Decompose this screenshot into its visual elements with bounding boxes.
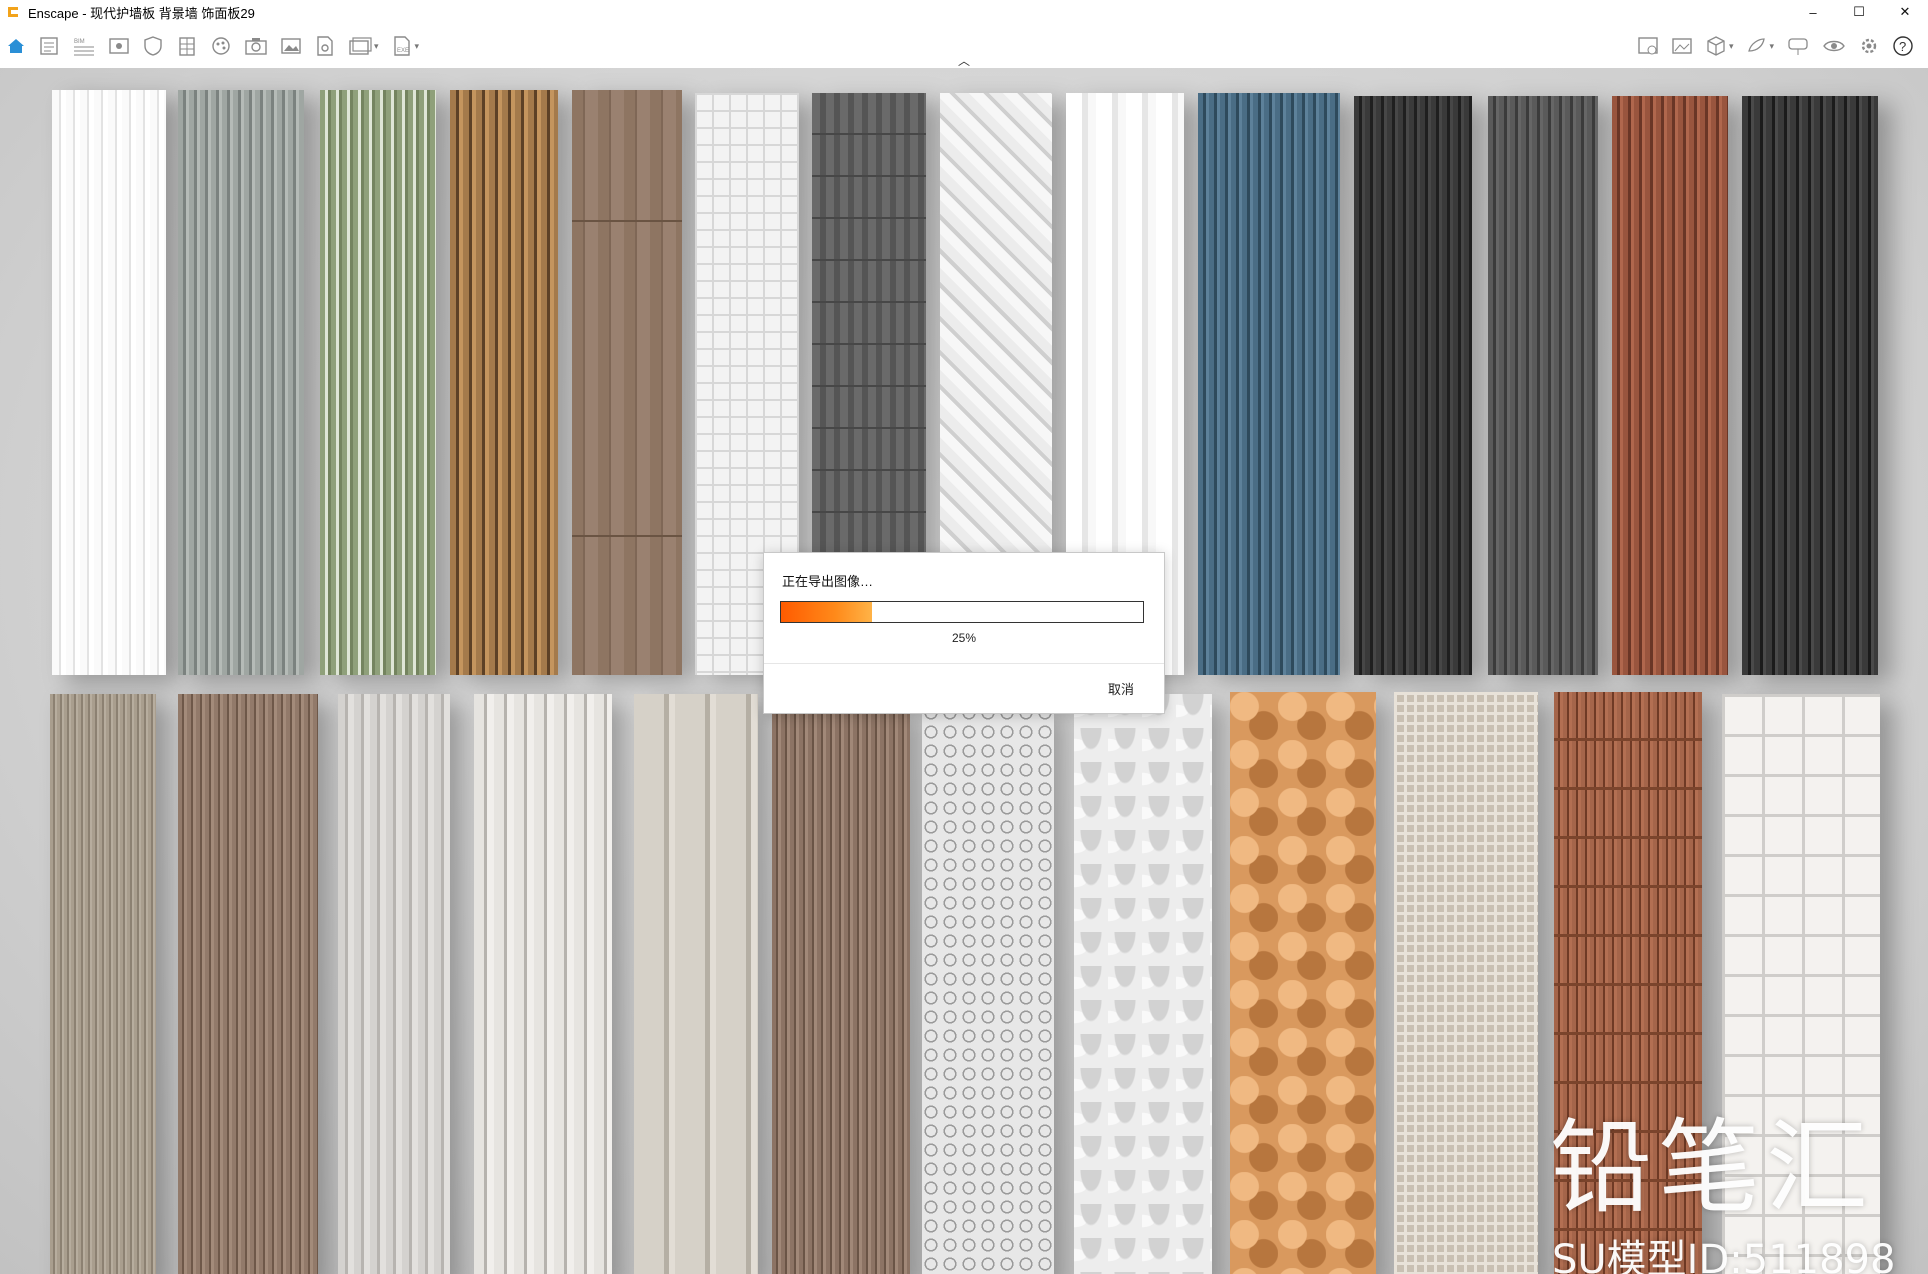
panorama-button[interactable] xyxy=(1671,32,1693,60)
home-button[interactable] xyxy=(6,32,26,60)
camera-icon xyxy=(245,38,267,55)
wall-panel xyxy=(922,704,1054,1274)
dialog-title: 正在导出图像… xyxy=(782,574,874,589)
vr-button[interactable]: ▾ xyxy=(1745,32,1774,60)
help-icon: ? xyxy=(1893,36,1913,56)
wall-panel xyxy=(52,90,166,675)
wall-panel xyxy=(320,90,436,675)
panorama-icon xyxy=(1672,38,1692,54)
home-icon xyxy=(8,39,24,53)
visibility-button[interactable] xyxy=(1822,32,1846,60)
image-export-icon xyxy=(1638,37,1658,55)
collaborate-button[interactable] xyxy=(1786,32,1810,60)
wall-panel xyxy=(572,90,682,675)
wall-panel xyxy=(1394,692,1538,1274)
wall-panel xyxy=(634,694,758,1274)
document-button[interactable] xyxy=(38,32,60,60)
collaborate-icon xyxy=(1788,38,1808,55)
bim-icon: BIM xyxy=(74,39,94,56)
batch-render-button[interactable]: ▾ xyxy=(348,32,379,60)
wall-panel xyxy=(1742,96,1878,675)
wall-panel xyxy=(1354,96,1472,675)
building-icon xyxy=(179,37,195,56)
wall-panel xyxy=(1612,96,1728,675)
svg-text:BIM: BIM xyxy=(74,39,85,45)
wall-panel xyxy=(1230,692,1376,1274)
cube-button[interactable]: ▾ xyxy=(1705,32,1734,60)
bim-button[interactable]: BIM xyxy=(72,32,96,60)
brand-watermark: 铅笔汇 xyxy=(1550,1109,1874,1228)
export-dropdown-icon[interactable]: ▾ xyxy=(415,41,420,52)
progress-bar xyxy=(780,601,1144,623)
wall-panel xyxy=(1488,96,1598,675)
wall-panel xyxy=(50,694,156,1274)
dialog-divider xyxy=(764,663,1164,664)
settings-button[interactable] xyxy=(1858,32,1880,60)
image-button[interactable] xyxy=(280,32,302,60)
camera-button[interactable] xyxy=(244,32,268,60)
collapse-toolbar-icon[interactable]: ︿ xyxy=(958,52,970,69)
export-button[interactable]: EXE ▾ xyxy=(391,32,420,60)
wall-panel xyxy=(450,90,558,675)
batch-render-icon xyxy=(349,37,372,55)
shield-icon xyxy=(144,36,162,56)
wall-panel xyxy=(178,694,318,1274)
progress-percent: 25% xyxy=(951,631,977,645)
toolbar-right: ▾ ▾ ? xyxy=(1631,24,1920,68)
shield-button[interactable] xyxy=(142,32,164,60)
settings-doc-button[interactable] xyxy=(314,32,336,60)
view-icon xyxy=(109,38,129,54)
image-icon xyxy=(281,38,301,54)
material-icon xyxy=(212,37,230,55)
model-id-watermark: SU模型ID:511898 xyxy=(1552,1237,1896,1274)
batch-render-dropdown-icon[interactable]: ▾ xyxy=(374,41,379,52)
minimize-button[interactable]: – xyxy=(1790,0,1836,24)
export-icon: EXE xyxy=(393,36,410,56)
cancel-button[interactable]: 取消 xyxy=(1108,679,1134,698)
wall-panel xyxy=(338,694,450,1274)
wall-panel xyxy=(772,704,910,1274)
material-button[interactable] xyxy=(210,32,232,60)
enscape-logo-icon xyxy=(8,7,18,17)
visibility-icon xyxy=(1823,40,1845,52)
progress-bar-fill xyxy=(781,602,872,622)
wall-panel xyxy=(474,694,612,1274)
image-export-button[interactable] xyxy=(1637,32,1659,60)
wall-panel xyxy=(1198,93,1340,675)
cube-dropdown-icon[interactable]: ▾ xyxy=(1729,41,1734,52)
cube-icon xyxy=(1707,36,1725,56)
wall-panel xyxy=(1074,694,1212,1274)
svg-text:EXE: EXE xyxy=(397,48,409,54)
vr-icon xyxy=(1748,38,1766,52)
svg-text:?: ? xyxy=(1899,39,1906,54)
settings-doc-icon xyxy=(317,36,333,56)
document-icon xyxy=(40,37,58,55)
window-title: Enscape - 现代护墙板 背景墙 饰面板29 xyxy=(28,5,255,21)
vr-dropdown-icon[interactable]: ▾ xyxy=(1769,41,1774,52)
settings-icon xyxy=(1861,38,1877,54)
help-button[interactable]: ? xyxy=(1892,32,1914,60)
wall-panel xyxy=(178,90,304,675)
maximize-button[interactable]: ☐ xyxy=(1836,0,1882,24)
title-bar: Enscape - 现代护墙板 背景墙 饰面板29 – ☐ ✕ xyxy=(0,0,1928,24)
view-button[interactable] xyxy=(108,32,130,60)
close-button[interactable]: ✕ xyxy=(1882,0,1928,24)
building-button[interactable] xyxy=(176,32,198,60)
export-progress-dialog: 正在导出图像… 25% 取消 xyxy=(763,552,1165,714)
